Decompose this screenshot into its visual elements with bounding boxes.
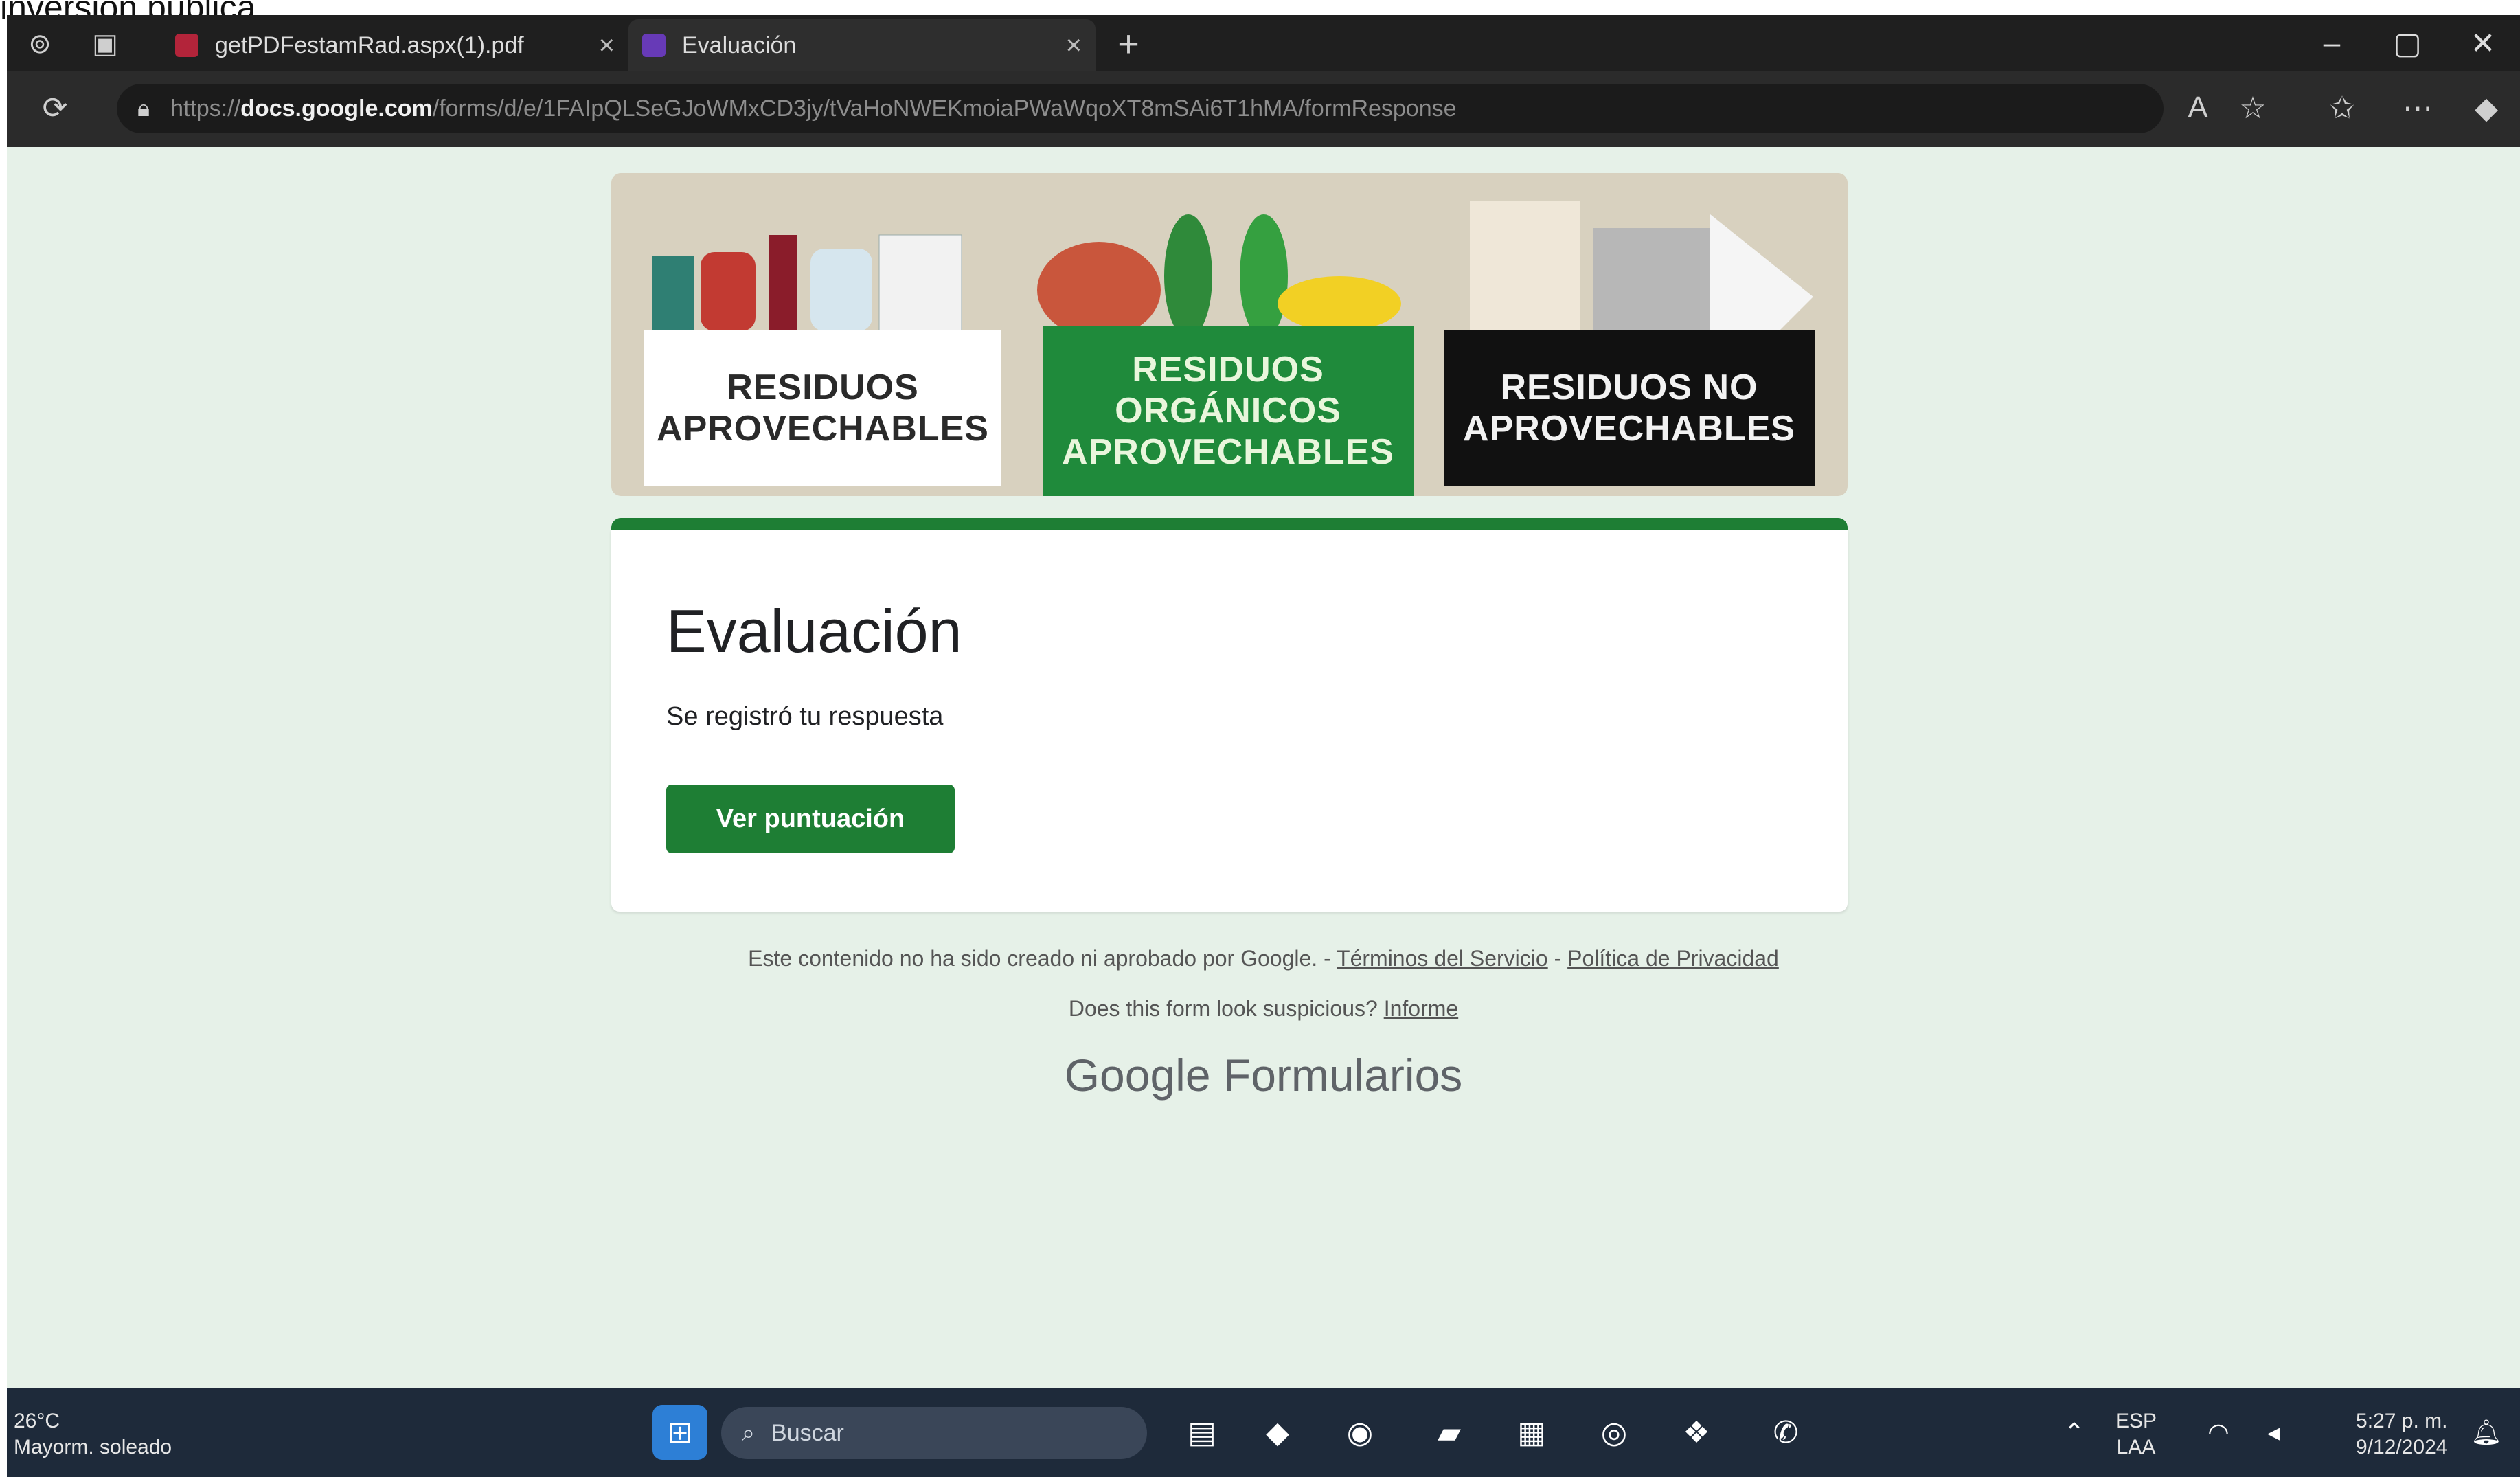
taskbar-search[interactable]: ⌕ Buscar — [721, 1407, 1147, 1459]
privacy-link[interactable]: Política de Privacidad — [1567, 946, 1779, 971]
weather-widget[interactable]: 26°C Mayorm. soleado — [14, 1408, 172, 1461]
file-explorer-icon[interactable]: ▰ — [1422, 1405, 1477, 1460]
favorites-bar-icon[interactable]: ✩ — [2322, 91, 2363, 126]
url-field[interactable]: 🔒︎ https:// docs.google.com /forms/d/e/1… — [117, 84, 2164, 133]
copilot-app-icon[interactable]: ◆ — [1250, 1405, 1305, 1460]
search-icon: ⌕ — [742, 1419, 756, 1446]
response-recorded-message: Se registró tu respuesta — [666, 702, 944, 731]
url-path: /forms/d/e/1FAIpQLSeGJoWMxCD3jy/tVaHoNWE… — [432, 95, 1457, 122]
windows-taskbar: 26°C Mayorm. soleado ⊞ ⌕ Buscar ▤ ◆ ◉ ▰ … — [7, 1388, 2520, 1477]
workspaces-icon[interactable]: ⊚ — [21, 25, 59, 63]
bin-label-line: ORGÁNICOS — [1115, 391, 1341, 431]
more-icon[interactable]: ⋯ — [2397, 91, 2438, 126]
google-forms-icon — [642, 34, 666, 57]
tab-title: Evaluación — [682, 32, 797, 58]
tab-pdf[interactable]: getPDFestamRad.aspx(1).pdf × — [161, 19, 628, 71]
chevron-up-icon[interactable]: ⌃ — [2047, 1405, 2102, 1460]
report-link[interactable]: Informe — [1384, 996, 1458, 1021]
leaf-icon — [1164, 214, 1212, 338]
sticky-notes-icon[interactable]: ▦ — [1504, 1405, 1559, 1460]
url-prefix: https:// — [170, 95, 241, 122]
brand-product: Formularios — [1223, 1050, 1463, 1101]
browser-window: ⊚ ▣ getPDFestamRad.aspx(1).pdf × Evaluac… — [7, 15, 2520, 1477]
close-tab-icon[interactable]: × — [1066, 30, 1082, 61]
foil-icon — [1593, 228, 1710, 331]
close-window-button[interactable]: ✕ — [2445, 19, 2520, 67]
weather-temp: 26°C — [14, 1410, 60, 1432]
bottle-icon — [769, 235, 797, 331]
bin-label-line: APROVECHABLES — [1062, 432, 1394, 472]
whatsapp-icon[interactable]: ✆ — [1758, 1405, 1813, 1460]
pdf-icon — [175, 34, 198, 57]
bin-label-line: APROVECHABLES — [1463, 409, 1795, 449]
view-score-button[interactable]: Ver puntuación — [666, 785, 955, 853]
form-header-banner: RESIDUOS APROVECHABLES RESIDUOS ORGÁNICOS A… — [611, 173, 1848, 496]
lang-bottom: LAA — [2116, 1436, 2156, 1458]
brand-google: Google — [1064, 1050, 1211, 1101]
search-placeholder: Buscar — [771, 1419, 844, 1446]
napkin-icon — [1710, 214, 1813, 331]
reload-icon[interactable]: ⟳ — [34, 91, 76, 126]
bin-label-line: RESIDUOS — [727, 368, 919, 407]
bin-label-line: RESIDUOS — [1132, 350, 1324, 390]
bin-no-aprovechables: RESIDUOS NO APROVECHABLES — [1444, 330, 1815, 486]
bin-label-line: RESIDUOS NO — [1500, 368, 1758, 407]
bin-aprovechables: RESIDUOS APROVECHABLES — [644, 330, 1001, 486]
terms-link[interactable]: Términos del Servicio — [1337, 946, 1548, 971]
paper-icon — [878, 234, 962, 332]
clock-date: 9/12/2024 — [2356, 1436, 2448, 1458]
confirmation-card: Evaluación Se registró tu respuesta Ver … — [611, 530, 1848, 912]
waste-items-illustration — [652, 201, 1813, 338]
language-indicator[interactable]: ESP LAA — [2115, 1408, 2157, 1461]
new-tab-button[interactable]: + — [1109, 23, 1148, 65]
edge-icon[interactable]: ◉ — [1332, 1405, 1387, 1460]
tab-evaluacion[interactable]: Evaluación × — [628, 19, 1096, 71]
url-host: docs.google.com — [240, 95, 433, 122]
tab-bar: ⊚ ▣ getPDFestamRad.aspx(1).pdf × Evaluac… — [7, 15, 2520, 71]
tab-title: getPDFestamRad.aspx(1).pdf — [215, 32, 524, 58]
lock-icon[interactable]: 🔒︎ — [137, 95, 150, 122]
start-icon[interactable]: ⊞ — [652, 1405, 707, 1460]
address-bar: ⟳ 🔒︎ https:// docs.google.com /forms/d/e… — [7, 71, 2520, 147]
leaf-icon — [1240, 214, 1288, 338]
copilot-icon[interactable]: ◆ — [2466, 91, 2507, 126]
bin-organicos: RESIDUOS ORGÁNICOS APROVECHABLES — [1043, 326, 1414, 496]
footer-disclaimer: Este contenido no ha sido creado ni apro… — [7, 946, 2520, 971]
task-view-icon[interactable]: ▤ — [1174, 1405, 1229, 1460]
app-icon[interactable]: ❖ — [1669, 1405, 1724, 1460]
banana-icon — [1278, 276, 1401, 331]
clock-time: 5:27 p. m. — [2356, 1410, 2448, 1432]
volume-icon[interactable]: ◂ — [2246, 1405, 2301, 1460]
favorite-icon[interactable]: ☆ — [2232, 91, 2273, 126]
apple-core-icon — [1037, 242, 1161, 338]
wifi-icon[interactable]: ◠ — [2191, 1405, 2246, 1460]
fries-icon — [1470, 201, 1580, 331]
separator: - — [1554, 946, 1562, 971]
notification-bell-icon[interactable]: 🔔︎ — [2459, 1405, 2514, 1460]
suspicious-text: Does this form look suspicious? — [1068, 996, 1378, 1021]
minimize-button[interactable]: – — [2294, 19, 2370, 67]
clock[interactable]: 5:27 p. m. 9/12/2024 — [2356, 1408, 2447, 1461]
tab-actions-icon[interactable]: ▣ — [86, 25, 124, 63]
bin-label-line: APROVECHABLES — [657, 409, 989, 449]
form-title: Evaluación — [666, 597, 962, 665]
read-aloud-icon[interactable]: A — [2177, 91, 2218, 125]
close-tab-icon[interactable]: × — [599, 30, 615, 61]
weather-desc: Mayorm. soleado — [14, 1436, 172, 1458]
disclaimer-text: Este contenido no ha sido creado ni apro… — [748, 946, 1331, 971]
can-icon — [701, 252, 756, 331]
lang-top: ESP — [2115, 1410, 2157, 1432]
milk-carton-icon — [652, 256, 694, 331]
jar-icon — [810, 249, 872, 331]
google-forms-logo[interactable]: Google Formularios — [7, 1049, 2520, 1101]
footer-report: Does this form look suspicious? Informe — [7, 996, 2520, 1022]
maximize-button[interactable]: ▢ — [2370, 19, 2445, 67]
chrome-icon[interactable]: ◎ — [1587, 1405, 1642, 1460]
